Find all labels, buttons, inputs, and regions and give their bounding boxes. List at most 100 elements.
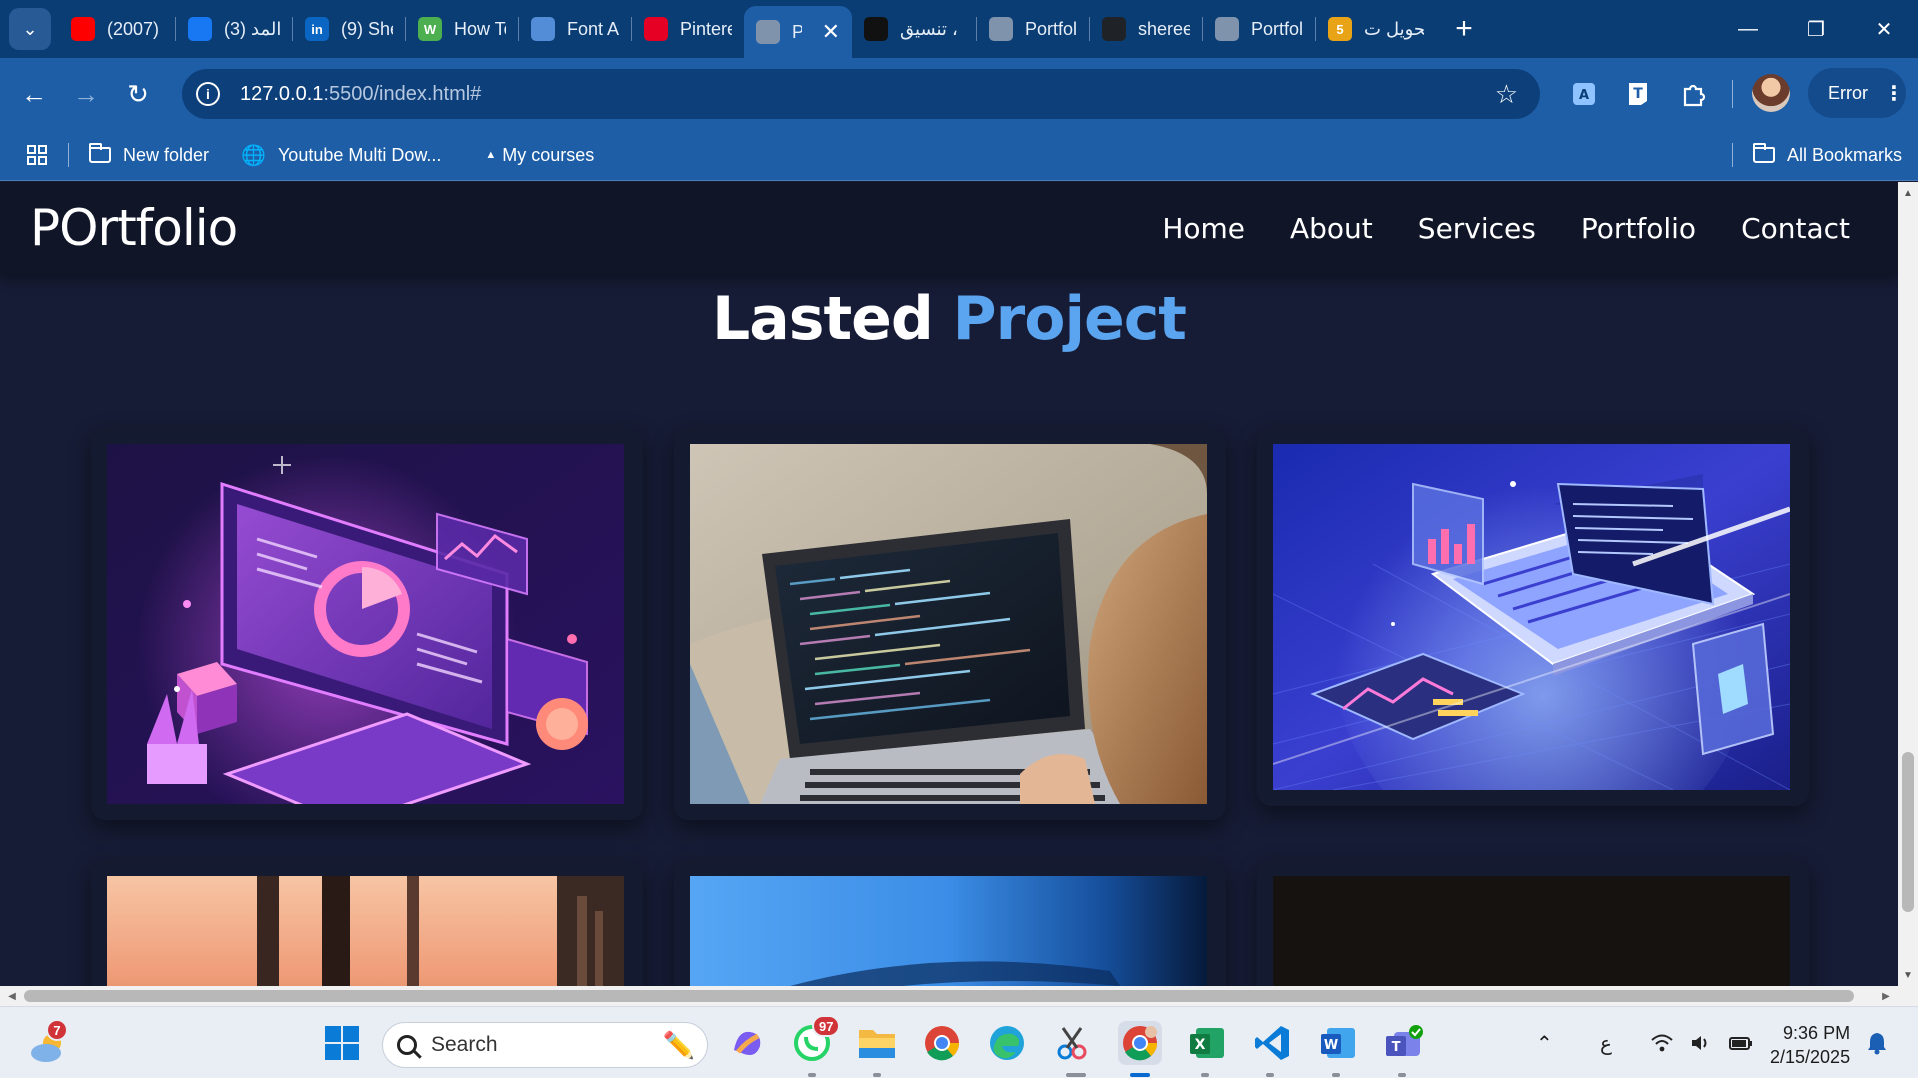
bookmark-youtube-downloader[interactable]: 🌐 Youtube Multi Dow... bbox=[231, 135, 451, 175]
word-icon[interactable]: W bbox=[1316, 1021, 1360, 1065]
tab[interactable]: Portfoli bbox=[1203, 7, 1315, 51]
tab[interactable]: تنسيق ، bbox=[852, 7, 976, 51]
close-window-button[interactable]: ✕ bbox=[1850, 0, 1918, 58]
profile-avatar[interactable] bbox=[1752, 74, 1790, 112]
apps-button[interactable] bbox=[16, 135, 58, 175]
nav-contact[interactable]: Contact bbox=[1741, 212, 1850, 245]
project-card[interactable] bbox=[91, 860, 643, 986]
edge-icon[interactable] bbox=[985, 1021, 1029, 1065]
tab[interactable]: Pintere bbox=[632, 7, 744, 51]
new-tab-button[interactable]: + bbox=[1442, 7, 1486, 51]
forward-button[interactable]: → bbox=[60, 68, 112, 120]
tab-title: (3) المد bbox=[224, 18, 280, 39]
site-logo[interactable]: POrtfolio bbox=[30, 199, 238, 257]
all-bookmarks-button[interactable]: All Bookmarks bbox=[1743, 135, 1912, 175]
project-card[interactable] bbox=[1257, 428, 1809, 806]
system-tray-icons[interactable] bbox=[1650, 1007, 1754, 1078]
start-button[interactable] bbox=[320, 1021, 364, 1065]
project-image-laptop-code bbox=[690, 444, 1207, 804]
project-card[interactable] bbox=[1257, 860, 1809, 986]
excel-icon[interactable]: X bbox=[1185, 1021, 1229, 1065]
scroll-left-icon[interactable]: ◀ bbox=[2, 986, 22, 1006]
scroll-thumb[interactable] bbox=[1902, 752, 1914, 912]
tab[interactable]: Font Aw bbox=[519, 7, 631, 51]
toolbar-divider bbox=[1732, 80, 1733, 108]
chrome-icon[interactable] bbox=[920, 1021, 964, 1065]
translate-extension-icon[interactable]: A bbox=[1562, 72, 1606, 116]
nav-portfolio[interactable]: Portfolio bbox=[1581, 212, 1696, 245]
triangle-icon: ▲ bbox=[485, 149, 497, 161]
chrome-active-icon[interactable] bbox=[1118, 1021, 1162, 1065]
input-language[interactable]: ع bbox=[1600, 1007, 1612, 1078]
tab[interactable]: (2007) | bbox=[59, 7, 175, 51]
globe-icon: 🌐 bbox=[241, 144, 266, 167]
error-label: Error bbox=[1828, 82, 1868, 103]
running-indicator bbox=[1066, 1073, 1086, 1077]
horizontal-scrollbar[interactable]: ◀ ▶ bbox=[0, 986, 1918, 1006]
tab[interactable]: (3) المد bbox=[176, 7, 292, 51]
url-text[interactable]: 127.0.0.1:5500/index.html# bbox=[240, 83, 481, 106]
nav-services[interactable]: Services bbox=[1418, 212, 1536, 245]
wifi-icon bbox=[1651, 1034, 1673, 1052]
scroll-down-icon[interactable]: ▼ bbox=[1898, 966, 1918, 984]
tab-active[interactable]: Po ✕ bbox=[744, 6, 852, 58]
pinterest-icon bbox=[644, 17, 668, 41]
github-icon bbox=[1102, 17, 1126, 41]
svg-text:T: T bbox=[1633, 86, 1643, 102]
bookmarks-bar: New folder 🌐 Youtube Multi Dow... ▲ My cou… bbox=[0, 130, 1918, 181]
tab[interactable]: shereen bbox=[1090, 7, 1202, 51]
puzzle-extensions-icon[interactable] bbox=[1672, 72, 1716, 116]
page-viewport: POrtfolio Home About Services Portfolio … bbox=[0, 182, 1898, 986]
minimize-button[interactable]: — bbox=[1714, 0, 1782, 58]
close-icon: ✕ bbox=[1875, 18, 1893, 41]
scroll-up-icon[interactable]: ▲ bbox=[1898, 184, 1918, 202]
project-card[interactable] bbox=[91, 428, 643, 820]
vscode-icon[interactable] bbox=[1250, 1021, 1294, 1065]
clock[interactable]: 9:36 PM 2/15/2025 bbox=[1770, 1021, 1850, 1069]
project-image-purple-dashboard bbox=[107, 444, 624, 804]
site-info-icon[interactable]: i bbox=[196, 82, 220, 106]
globe-icon bbox=[989, 17, 1013, 41]
bookmark-my-courses[interactable]: ▲ My courses bbox=[475, 135, 604, 175]
project-card[interactable] bbox=[674, 860, 1226, 986]
section-title-accent: Project bbox=[952, 284, 1187, 354]
bookmark-star-icon[interactable]: ☆ bbox=[1495, 79, 1518, 110]
svg-text:A: A bbox=[1579, 88, 1589, 103]
teams-icon[interactable]: T bbox=[1382, 1021, 1426, 1065]
tab[interactable]: 5 تحويل ت bbox=[1316, 7, 1436, 51]
back-button[interactable]: ← bbox=[8, 68, 60, 120]
tab[interactable]: Portfoli bbox=[977, 7, 1089, 51]
running-indicator bbox=[808, 1073, 816, 1077]
snipping-tool-icon[interactable] bbox=[1050, 1021, 1094, 1065]
clock-date: 2/15/2025 bbox=[1770, 1047, 1851, 1067]
bookmark-divider bbox=[1731, 143, 1733, 167]
show-hidden-icons-button[interactable]: ⌃ bbox=[1536, 1007, 1553, 1078]
address-bar[interactable]: i 127.0.0.1:5500/index.html# ☆ bbox=[182, 69, 1540, 119]
vertical-scrollbar[interactable]: ▲ ▼ bbox=[1898, 182, 1918, 986]
bookmark-new-folder[interactable]: New folder bbox=[79, 135, 219, 175]
file-explorer-icon[interactable] bbox=[855, 1021, 899, 1065]
running-indicator bbox=[1398, 1073, 1406, 1077]
close-tab-icon[interactable]: ✕ bbox=[822, 19, 840, 45]
error-button[interactable]: Error ⋮ bbox=[1808, 68, 1906, 118]
tab-search-button[interactable]: ⌄ bbox=[9, 8, 51, 50]
text-extension-icon[interactable]: T bbox=[1616, 72, 1660, 116]
scroll-right-icon[interactable]: ▶ bbox=[1876, 986, 1896, 1006]
tab-list: (2007) | (3) المد in (9) Shei W How To Font Aw… bbox=[59, 0, 1436, 58]
copilot-icon[interactable] bbox=[725, 1021, 769, 1065]
tab-title: (2007) | bbox=[107, 18, 163, 39]
window-controls: — ❐ ✕ bbox=[1714, 0, 1918, 58]
taskbar-search[interactable]: Search ✏️ bbox=[382, 1022, 708, 1068]
tab[interactable]: in (9) Shei bbox=[293, 7, 405, 51]
plus-icon: + bbox=[1455, 12, 1473, 45]
folder-icon bbox=[1752, 143, 1775, 163]
scroll-thumb[interactable] bbox=[24, 990, 1854, 1002]
reload-button[interactable]: ↻ bbox=[112, 68, 164, 120]
nav-about[interactable]: About bbox=[1290, 212, 1373, 245]
search-highlight-icon: ✏️ bbox=[662, 1029, 695, 1060]
project-card[interactable] bbox=[674, 428, 1226, 820]
notifications-button[interactable] bbox=[1866, 1007, 1888, 1078]
restore-button[interactable]: ❐ bbox=[1782, 0, 1850, 58]
tab[interactable]: W How To bbox=[406, 7, 518, 51]
nav-home[interactable]: Home bbox=[1162, 212, 1245, 245]
